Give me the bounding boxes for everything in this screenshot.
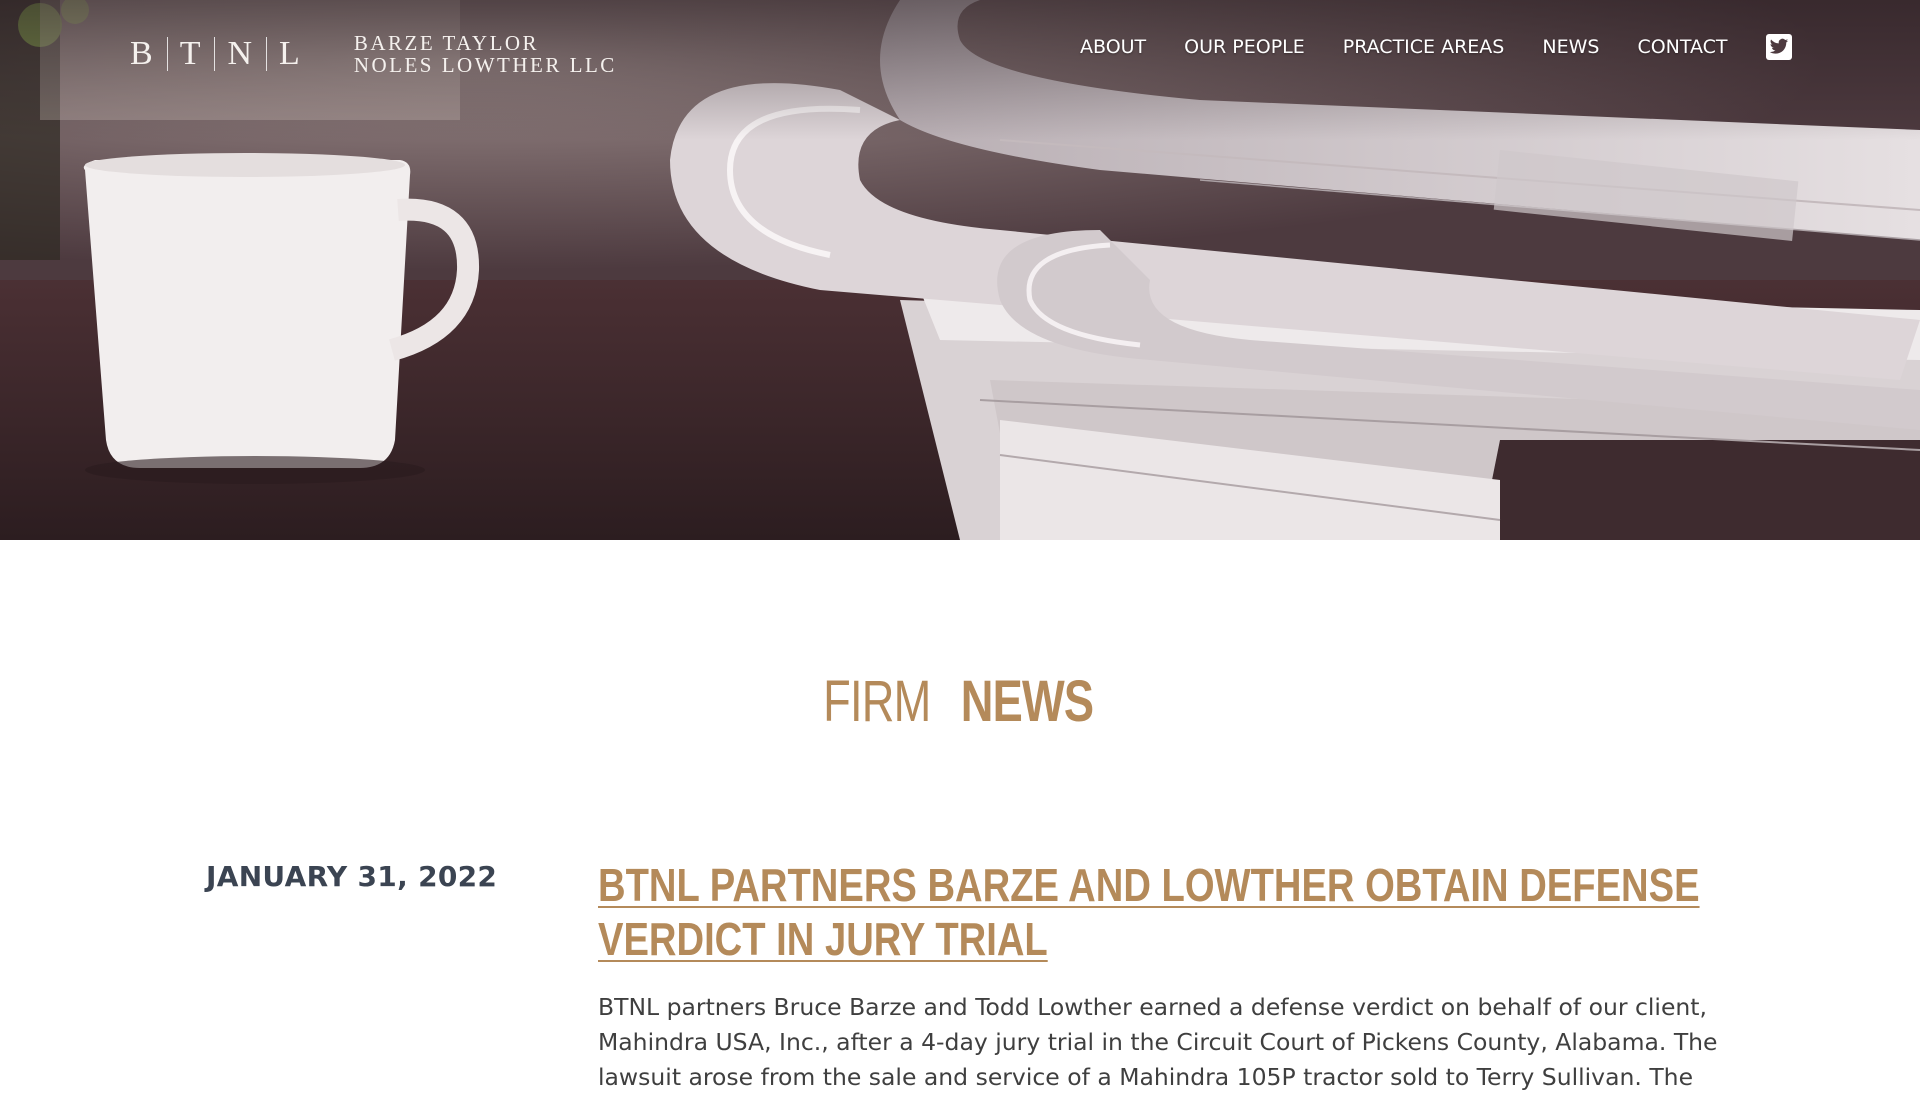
post-title-link[interactable]: BTNL PARTNERS BARZE AND LOWTHER OBTAIN D… <box>598 858 1718 966</box>
nav-our-people[interactable]: OUR PEOPLE <box>1184 36 1305 58</box>
page-title: FIRM NEWS <box>0 668 1920 735</box>
nav-practice-areas[interactable]: PRACTICE AREAS <box>1343 36 1505 58</box>
nav-contact[interactable]: CONTACT <box>1637 36 1727 58</box>
post-excerpt: BTNL partners Bruce Barze and Todd Lowth… <box>598 993 1718 1091</box>
logo-name-line1: BARZE TAYLOR <box>353 31 540 55</box>
nav-news[interactable]: NEWS <box>1542 36 1599 58</box>
hero-banner: B T N L BARZE TAYLOR NOLES LOWTHER LLC A… <box>0 0 1920 540</box>
logo-monogram: B T N L <box>118 35 314 73</box>
page-title-light: FIRM <box>822 669 931 734</box>
twitter-icon[interactable] <box>1765 34 1792 60</box>
logo-letter: L <box>279 35 302 72</box>
page-title-bold: NEWS <box>961 669 1094 734</box>
logo-name-line2: NOLES LOWTHER LLC <box>353 53 617 77</box>
logo-letter: T <box>179 35 203 72</box>
nav-about[interactable]: ABOUT <box>1080 36 1146 58</box>
post-date: JANUARY 31, 2022 <box>206 860 498 893</box>
twitter-bird-icon <box>1769 38 1788 54</box>
firm-logo[interactable]: B T N L BARZE TAYLOR NOLES LOWTHER LLC <box>118 30 617 78</box>
main-navigation: ABOUT OUR PEOPLE PRACTICE AREAS NEWS CON… <box>1080 34 1792 60</box>
logo-letter: B <box>130 35 155 72</box>
logo-letter: N <box>227 35 255 72</box>
logo-firm-name: BARZE TAYLOR NOLES LOWTHER LLC <box>354 32 617 76</box>
